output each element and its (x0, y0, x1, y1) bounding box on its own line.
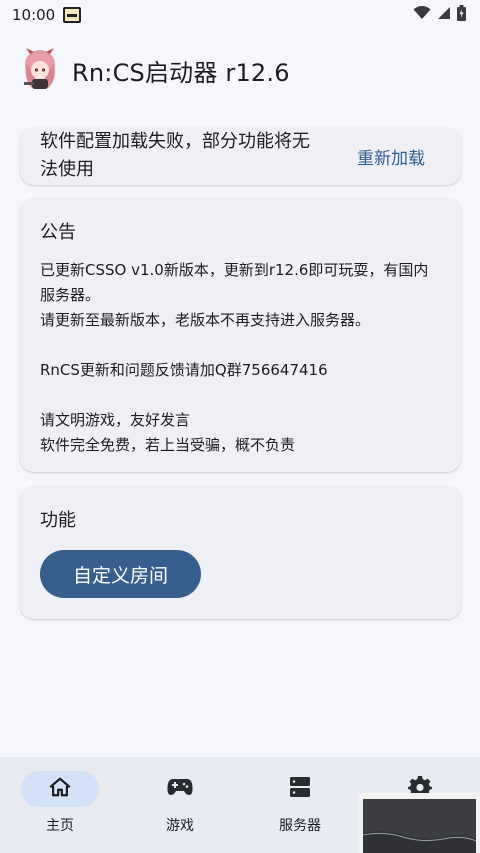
nav-item-games[interactable]: 游戏 (120, 757, 240, 853)
reload-button[interactable]: 重新加载 (357, 144, 425, 169)
announcement-line: RnCS更新和问题反馈请加Q群756647416 (40, 361, 328, 379)
custom-room-button[interactable]: 自定义房间 (40, 550, 201, 598)
nav-icon-wrap (261, 771, 339, 807)
features-title: 功能 (40, 510, 76, 531)
notification-app-icon (63, 7, 82, 23)
announcement-card: 公告 已更新CSSO v1.0新版本，更新到r12.6即可玩耍，有国内服务器。 … (20, 198, 461, 472)
nav-label-home: 主页 (46, 818, 74, 834)
announcement-line (40, 333, 441, 358)
nav-active-indicator (21, 771, 99, 807)
nav-icon-wrap (141, 771, 219, 807)
nav-item-home[interactable]: 主页 (0, 757, 120, 853)
nav-label-games: 游戏 (166, 818, 194, 834)
app-title: Rn:CS启动器 r12.6 (72, 58, 290, 87)
status-time: 10:00 (12, 6, 56, 24)
server-icon (289, 776, 311, 802)
config-error-card: 软件配置加载失败，部分功能将无法使用 重新加载 (20, 127, 461, 185)
gamepad-icon (167, 777, 193, 801)
announcement-line (40, 383, 441, 408)
announcement-title: 公告 (40, 222, 76, 243)
nav-label-servers: 服务器 (279, 818, 321, 834)
battery-icon (457, 5, 466, 25)
home-icon (49, 776, 71, 802)
status-right (413, 5, 466, 25)
announcement-line: 请更新至最新版本，老版本不再支持进入服务器。 (40, 311, 371, 329)
preview-thumbnail[interactable] (359, 793, 480, 853)
announcement-line: 软件完全免费，若上当受骗，概不负责 (40, 436, 296, 454)
error-message: 软件配置加载失败，部分功能将无法使用 (40, 131, 310, 180)
announcement-line: 请文明游戏，友好发言 (40, 411, 191, 429)
wifi-icon (413, 5, 431, 24)
features-card: 功能 自定义房间 (20, 486, 461, 619)
app-logo (20, 46, 60, 94)
nav-item-servers[interactable]: 服务器 (240, 757, 360, 853)
announcement-body: 已更新CSSO v1.0新版本，更新到r12.6即可玩耍，有国内服务器。 请更新… (40, 258, 441, 458)
app-header: Rn:CS启动器 r12.6 (0, 40, 480, 100)
signal-icon (437, 6, 451, 24)
status-bar: 10:00 (0, 0, 480, 30)
status-left: 10:00 (12, 6, 82, 24)
announcement-line: 已更新CSSO v1.0新版本，更新到r12.6即可玩耍，有国内服务器。 (40, 261, 429, 304)
preview-image (363, 799, 476, 853)
